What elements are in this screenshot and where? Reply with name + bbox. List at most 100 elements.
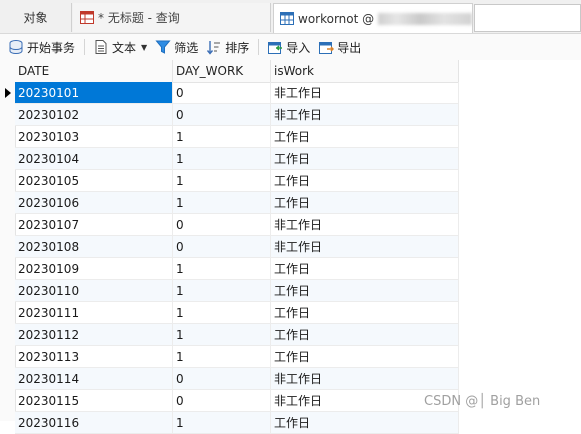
sort-button[interactable]: 排序 (206, 39, 249, 56)
filter-icon (155, 40, 171, 54)
begin-transaction-button[interactable]: 开始事务 (8, 39, 75, 56)
cell-date[interactable]: 20230103 (15, 126, 173, 148)
cell-date[interactable]: 20230108 (15, 236, 173, 258)
cell-date[interactable]: 20230114 (15, 368, 173, 390)
cell-date[interactable]: 20230109 (15, 258, 173, 280)
table-row[interactable]: 20230107 0 非工作日 (0, 214, 459, 236)
export-button[interactable]: 导出 (318, 39, 361, 56)
table-row[interactable]: 20230115 0 非工作日 (0, 390, 459, 412)
cell-iswork[interactable]: 工作日 (271, 302, 459, 324)
cell-day-work[interactable]: 0 (173, 104, 271, 126)
watermark: CSDN @│ Big Ben (424, 394, 541, 409)
cell-day-work[interactable]: 1 (173, 302, 271, 324)
cell-date[interactable]: 20230110 (15, 280, 173, 302)
sort-label: 排序 (225, 40, 250, 55)
table-row[interactable]: 20230111 1 工作日 (0, 302, 459, 324)
import-icon (268, 42, 283, 54)
tab-table-workornot[interactable]: workornot @ (273, 3, 473, 33)
cell-iswork[interactable]: 工作日 (271, 258, 459, 280)
tab-query[interactable]: * 无标题 - 查询 (73, 3, 271, 32)
redacted-connection-name (378, 12, 472, 25)
column-header-date[interactable]: DATE (15, 60, 173, 82)
document-icon (95, 40, 107, 54)
cell-iswork[interactable]: 非工作日 (271, 104, 459, 126)
cell-date[interactable]: 20230116 (15, 412, 173, 434)
transaction-icon (9, 40, 23, 55)
column-header-iswork[interactable]: isWork (271, 60, 459, 82)
text-button[interactable]: 文本 ▼ (93, 39, 147, 56)
table-row[interactable]: 20230101 0 非工作日 (0, 82, 459, 104)
table-row[interactable]: 20230108 0 非工作日 (0, 236, 459, 258)
cell-day-work[interactable]: 1 (173, 258, 271, 280)
cell-iswork[interactable]: 非工作日 (271, 236, 459, 258)
current-row-indicator-icon (5, 88, 11, 98)
table-row[interactable]: 20230113 1 工作日 (0, 346, 459, 368)
cell-day-work[interactable]: 0 (173, 236, 271, 258)
cell-date[interactable]: 20230104 (15, 148, 173, 170)
table-row[interactable]: 20230114 0 非工作日 (0, 368, 459, 390)
toolbar-divider (258, 39, 260, 55)
toolbar: 开始事务 文本 ▼ 筛选 排序 导入 导出 (0, 34, 581, 60)
table-row[interactable]: 20230103 1 工作日 (0, 126, 459, 148)
cell-day-work[interactable]: 1 (173, 126, 271, 148)
cell-day-work[interactable]: 1 (173, 412, 271, 434)
cell-day-work[interactable]: 1 (173, 192, 271, 214)
cell-day-work[interactable]: 0 (173, 214, 271, 236)
tab-table-label: workornot @ (298, 11, 375, 26)
cell-iswork[interactable]: 工作日 (271, 280, 459, 302)
tab-objects-label: 对象 (23, 11, 48, 25)
column-header-day-work[interactable]: DAY_WORK (173, 60, 271, 82)
cell-iswork[interactable]: 非工作日 (271, 368, 459, 390)
cell-day-work[interactable]: 1 (173, 170, 271, 192)
cell-date[interactable]: 20230107 (15, 214, 173, 236)
cell-day-work[interactable]: 1 (173, 280, 271, 302)
table-row[interactable]: 20230116 1 工作日 (0, 412, 459, 434)
cell-date[interactable]: 20230111 (15, 302, 173, 324)
table-row[interactable]: 20230112 1 工作日 (0, 324, 459, 346)
toolbar-divider (84, 39, 86, 55)
table-icon (280, 12, 294, 25)
begin-transaction-label: 开始事务 (27, 40, 76, 55)
table-row[interactable]: 20230109 1 工作日 (0, 258, 459, 280)
cell-iswork[interactable]: 非工作日 (271, 214, 459, 236)
text-label: 文本 (112, 40, 137, 55)
export-icon (319, 42, 335, 54)
cell-iswork[interactable]: 工作日 (271, 148, 459, 170)
grid-header: DATE DAY_WORK isWork (0, 60, 459, 83)
cell-date[interactable]: 20230115 (15, 390, 173, 412)
cell-date[interactable]: 20230112 (15, 324, 173, 346)
query-table-icon (80, 11, 94, 24)
cell-iswork[interactable]: 非工作日 (271, 82, 459, 104)
cell-date[interactable]: 20230113 (15, 346, 173, 368)
table-row[interactable]: 20230106 1 工作日 (0, 192, 459, 214)
table-row[interactable]: 20230104 1 工作日 (0, 148, 459, 170)
cell-day-work[interactable]: 0 (173, 390, 271, 412)
cell-day-work[interactable]: 1 (173, 346, 271, 368)
cell-iswork[interactable]: 工作日 (271, 412, 459, 434)
cell-date[interactable]: 20230102 (15, 104, 173, 126)
cell-day-work[interactable]: 0 (173, 368, 271, 390)
tab-bar: 对象 * 无标题 - 查询 workornot @ (0, 0, 581, 34)
cell-day-work[interactable]: 0 (173, 82, 271, 104)
cell-iswork[interactable]: 工作日 (271, 346, 459, 368)
export-label: 导出 (337, 40, 362, 55)
cell-iswork[interactable]: 工作日 (271, 126, 459, 148)
cell-date[interactable]: 20230106 (15, 192, 173, 214)
search-input[interactable] (474, 4, 581, 32)
tab-objects[interactable]: 对象 (0, 3, 72, 32)
import-button[interactable]: 导入 (267, 39, 310, 56)
cell-iswork[interactable]: 工作日 (271, 170, 459, 192)
cell-date[interactable]: 20230105 (15, 170, 173, 192)
filter-label: 筛选 (174, 40, 199, 55)
cell-iswork[interactable]: 工作日 (271, 324, 459, 346)
cell-day-work[interactable]: 1 (173, 324, 271, 346)
cell-date[interactable]: 20230101 (15, 82, 173, 104)
cell-day-work[interactable]: 1 (173, 148, 271, 170)
sort-icon (207, 41, 221, 55)
cell-iswork[interactable]: 工作日 (271, 192, 459, 214)
tab-query-label: * 无标题 - 查询 (98, 11, 180, 25)
table-row[interactable]: 20230102 0 非工作日 (0, 104, 459, 126)
filter-button[interactable]: 筛选 (155, 39, 198, 56)
table-row[interactable]: 20230105 1 工作日 (0, 170, 459, 192)
table-row[interactable]: 20230110 1 工作日 (0, 280, 459, 302)
